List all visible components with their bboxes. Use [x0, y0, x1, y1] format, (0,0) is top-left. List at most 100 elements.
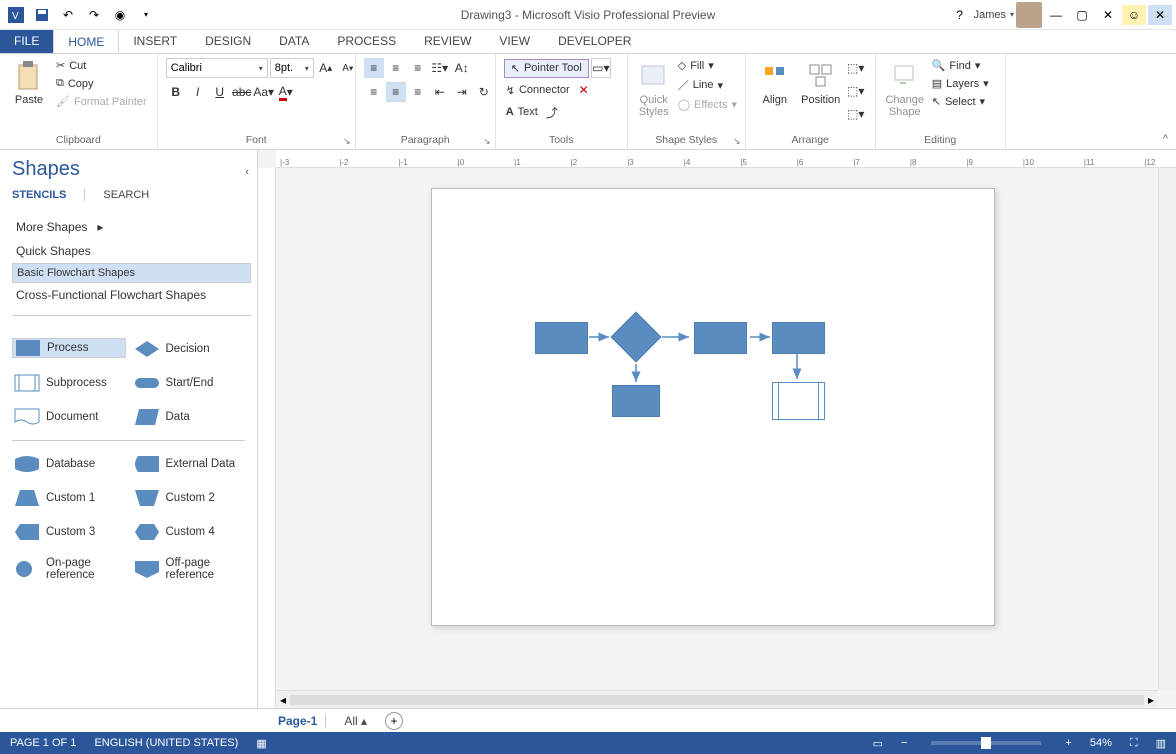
avatar[interactable] — [1016, 2, 1042, 28]
align-right-icon[interactable]: ≡ — [408, 82, 428, 102]
tab-view[interactable]: VIEW — [485, 29, 544, 53]
presentation-mode-icon[interactable]: ▭ — [873, 737, 883, 750]
cut-button[interactable]: ✂Cut — [54, 58, 149, 73]
qat-dropdown-icon[interactable]: ▾ — [134, 3, 158, 27]
flowchart-process-3[interactable] — [772, 322, 825, 354]
align-button[interactable]: Align — [754, 58, 796, 108]
pointer-tool-button[interactable]: ↖Pointer Tool — [504, 59, 589, 78]
collapse-pane-icon[interactable]: ‹ — [245, 166, 249, 178]
font-color-button[interactable]: A▾ — [276, 82, 296, 102]
decrease-indent-icon[interactable]: ⇤ — [430, 82, 450, 102]
fit-width-icon[interactable]: ▥ — [1156, 737, 1166, 750]
text-tool-button[interactable]: AText — [504, 102, 540, 122]
shape-process[interactable]: Process — [12, 338, 126, 358]
align-left-icon[interactable]: ≡ — [364, 82, 384, 102]
flowchart-process-2[interactable] — [694, 322, 747, 354]
flowchart-process-1[interactable] — [535, 322, 588, 354]
tab-file[interactable]: FILE — [0, 29, 53, 53]
maximize-icon[interactable]: ▢ — [1070, 5, 1094, 25]
flowchart-process-4[interactable] — [612, 385, 660, 417]
tab-process[interactable]: PROCESS — [323, 29, 410, 53]
quick-styles-button[interactable]: Quick Styles — [636, 58, 672, 120]
font-family-select[interactable]: Calibri▾ — [166, 58, 268, 78]
help-icon[interactable]: ? — [948, 5, 972, 25]
page-tab-1[interactable]: Page-1 — [270, 714, 326, 728]
bring-front-icon[interactable]: ⬚▾ — [846, 58, 866, 78]
styles-dialog-launcher-icon[interactable]: ↘ — [731, 135, 743, 147]
increase-indent-icon[interactable]: ⇥ — [452, 82, 472, 102]
zoom-out-icon[interactable]: − — [901, 737, 907, 749]
italic-button[interactable]: I — [188, 82, 208, 102]
tab-developer[interactable]: DEVELOPER — [544, 29, 645, 53]
copy-button[interactable]: ⧉Copy — [54, 76, 149, 91]
shrink-font-icon[interactable]: A▾ — [338, 58, 358, 78]
change-shape-button[interactable]: Change Shape — [884, 58, 926, 120]
shape-offpage-ref[interactable]: Off-page reference — [132, 555, 246, 583]
stencils-tab[interactable]: STENCILS — [12, 189, 66, 201]
layers-button[interactable]: ▤Layers▾ — [930, 76, 991, 91]
smiley-icon[interactable]: ☺ — [1122, 5, 1146, 25]
shape-decision[interactable]: Decision — [132, 338, 246, 360]
align-center-icon[interactable]: ≡ — [386, 82, 406, 102]
freeform-tool-icon[interactable]: ⤴ — [542, 102, 562, 122]
position-button[interactable]: Position — [800, 58, 842, 108]
minimize-icon[interactable]: — — [1044, 5, 1068, 25]
collapse-ribbon-icon[interactable]: ^ — [1163, 133, 1168, 145]
grow-font-icon[interactable]: A▴ — [316, 58, 336, 78]
paste-button[interactable]: Paste — [8, 58, 50, 108]
change-case-button[interactable]: Aa▾ — [254, 82, 274, 102]
shape-custom1[interactable]: Custom 1 — [12, 487, 126, 509]
redo-icon[interactable]: ↷ — [82, 3, 106, 27]
tab-data[interactable]: DATA — [265, 29, 323, 53]
visio-icon[interactable]: V — [4, 3, 28, 27]
drawing-page[interactable] — [431, 188, 995, 626]
format-painter-button[interactable]: 🖌Format Painter — [54, 94, 149, 109]
cross-functional-item[interactable]: Cross-Functional Flowchart Shapes — [12, 283, 251, 307]
tab-insert[interactable]: INSERT — [119, 29, 191, 53]
canvas[interactable] — [276, 168, 1158, 690]
zoom-in-icon[interactable]: + — [1065, 737, 1071, 749]
tab-design[interactable]: DESIGN — [191, 29, 265, 53]
rectangle-tool-icon[interactable]: ▭▾ — [591, 58, 611, 78]
shape-external-data[interactable]: External Data — [132, 453, 246, 475]
fill-button[interactable]: ◇Fill▾ — [676, 58, 739, 73]
find-button[interactable]: 🔍Find▾ — [930, 58, 991, 73]
shape-onpage-ref[interactable]: On-page reference — [12, 555, 126, 583]
more-shapes-item[interactable]: More Shapes▸ — [12, 215, 251, 239]
zoom-slider[interactable] — [931, 741, 1041, 745]
connection-point-icon[interactable]: ✕ — [574, 80, 594, 100]
tab-home[interactable]: HOME — [53, 29, 119, 53]
shape-custom4[interactable]: Custom 4 — [132, 521, 246, 543]
shape-database[interactable]: Database — [12, 453, 126, 475]
select-button[interactable]: ↖Select▾ — [930, 94, 991, 109]
align-middle-icon[interactable]: ≡ — [386, 58, 406, 78]
underline-button[interactable]: U — [210, 82, 230, 102]
group-shapes-icon[interactable]: ⬚▾ — [846, 104, 866, 124]
horizontal-scrollbar[interactable]: ◂▸ — [276, 690, 1158, 708]
add-page-button[interactable]: + — [385, 712, 403, 730]
shape-startend[interactable]: Start/End — [132, 372, 246, 394]
undo-icon[interactable]: ↶ — [56, 3, 80, 27]
bold-button[interactable]: B — [166, 82, 186, 102]
page-tab-all[interactable]: All ▴ — [338, 714, 373, 728]
shape-custom3[interactable]: Custom 3 — [12, 521, 126, 543]
fit-page-icon[interactable]: ⛶ — [1130, 737, 1138, 750]
close-icon[interactable]: ✕ — [1096, 5, 1120, 25]
basic-flowchart-item[interactable]: Basic Flowchart Shapes — [12, 263, 251, 283]
save-icon[interactable] — [30, 3, 54, 27]
flowchart-subprocess[interactable] — [772, 382, 825, 420]
paragraph-dialog-launcher-icon[interactable]: ↘ — [481, 135, 493, 147]
shape-data[interactable]: Data — [132, 406, 246, 428]
effects-button[interactable]: ◯Effects▾ — [676, 97, 739, 112]
shape-document[interactable]: Document — [12, 406, 126, 428]
align-bottom-icon[interactable]: ≡ — [408, 58, 428, 78]
zoom-level[interactable]: 54% — [1090, 737, 1112, 749]
rotate-text-icon[interactable]: ↻ — [474, 82, 494, 102]
pane-close-icon[interactable]: ✕ — [1148, 5, 1172, 25]
tab-review[interactable]: REVIEW — [410, 29, 485, 53]
macro-recorder-icon[interactable]: ▦ — [256, 737, 266, 750]
quick-shapes-item[interactable]: Quick Shapes — [12, 239, 251, 263]
text-direction-icon[interactable]: A↕ — [452, 58, 472, 78]
user-name[interactable]: James — [974, 9, 1006, 21]
shape-custom2[interactable]: Custom 2 — [132, 487, 246, 509]
